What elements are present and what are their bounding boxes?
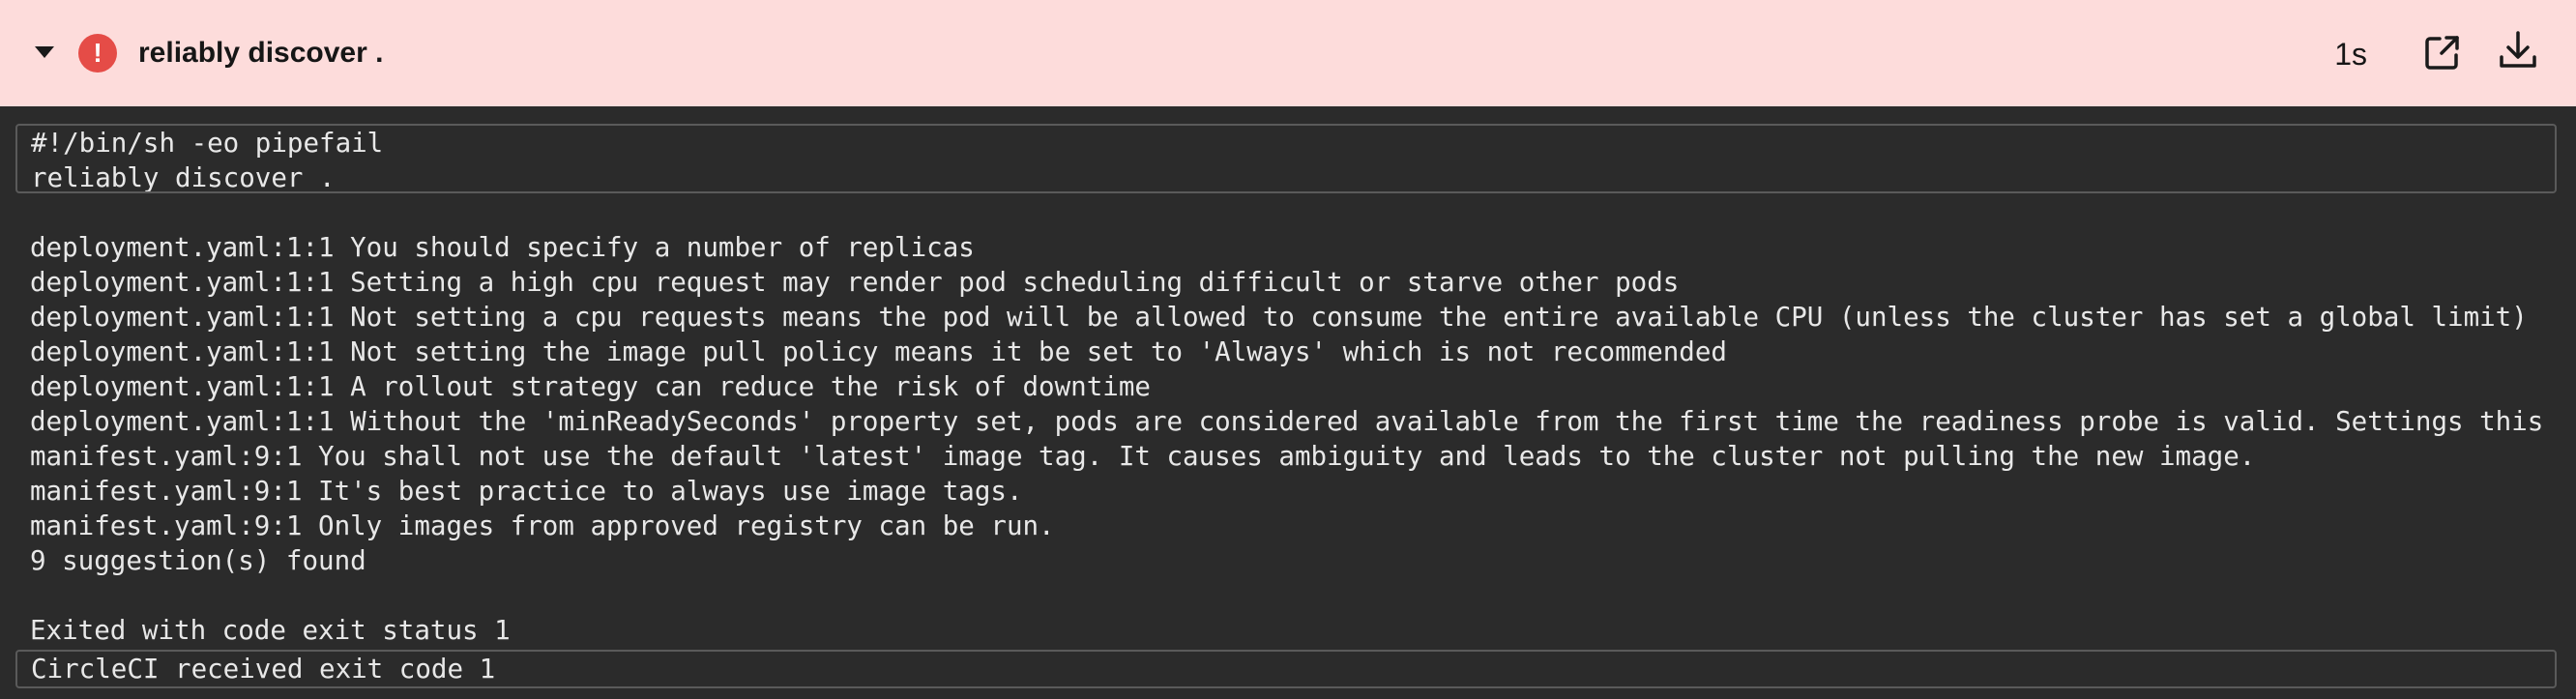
step-header[interactable]: ! reliably discover . 1s xyxy=(0,0,2576,106)
step-duration: 1s xyxy=(2334,37,2367,72)
log-line: deployment.yaml:1:1 Setting a high cpu r… xyxy=(30,267,1680,298)
log-line: deployment.yaml:1:1 Not setting a cpu re… xyxy=(30,302,2528,333)
log-line: manifest.yaml:9:1 You shall not use the … xyxy=(30,441,2256,472)
open-in-new-icon[interactable] xyxy=(2423,33,2462,72)
log-line: deployment.yaml:1:1 A rollout strategy c… xyxy=(30,371,1151,402)
exit-code-block: CircleCI received exit code 1 xyxy=(15,650,2557,688)
log-line: manifest.yaml:9:1 Only images from appro… xyxy=(30,510,1055,541)
step-output: #!/bin/sh -eo pipefail reliably discover… xyxy=(0,106,2576,699)
suggestion-count: 9 suggestion(s) found xyxy=(30,545,366,576)
download-icon[interactable] xyxy=(2497,29,2539,72)
exit-status-line: Exited with code exit status 1 xyxy=(30,615,511,646)
log-line: deployment.yaml:1:1 Not setting the imag… xyxy=(30,336,1727,367)
log-blank-line xyxy=(30,578,2576,613)
log-output: deployment.yaml:1:1 You should specify a… xyxy=(30,230,2576,648)
log-line: deployment.yaml:1:1 You should specify a… xyxy=(30,232,975,263)
command-line: reliably discover . xyxy=(31,162,336,193)
job-step: ! reliably discover . 1s #!/bin/sh -eo p… xyxy=(0,0,2576,699)
error-icon: ! xyxy=(78,34,117,73)
exit-code-message: CircleCI received exit code 1 xyxy=(31,654,496,684)
step-title: reliably discover . xyxy=(138,37,384,69)
command-line: #!/bin/sh -eo pipefail xyxy=(31,128,384,159)
log-line: deployment.yaml:1:1 Without the 'minRead… xyxy=(30,406,2544,437)
command-block: #!/bin/sh -eo pipefail reliably discover… xyxy=(15,124,2557,193)
log-line: manifest.yaml:9:1 It's best practice to … xyxy=(30,476,1023,507)
caret-down-icon[interactable] xyxy=(35,46,54,58)
